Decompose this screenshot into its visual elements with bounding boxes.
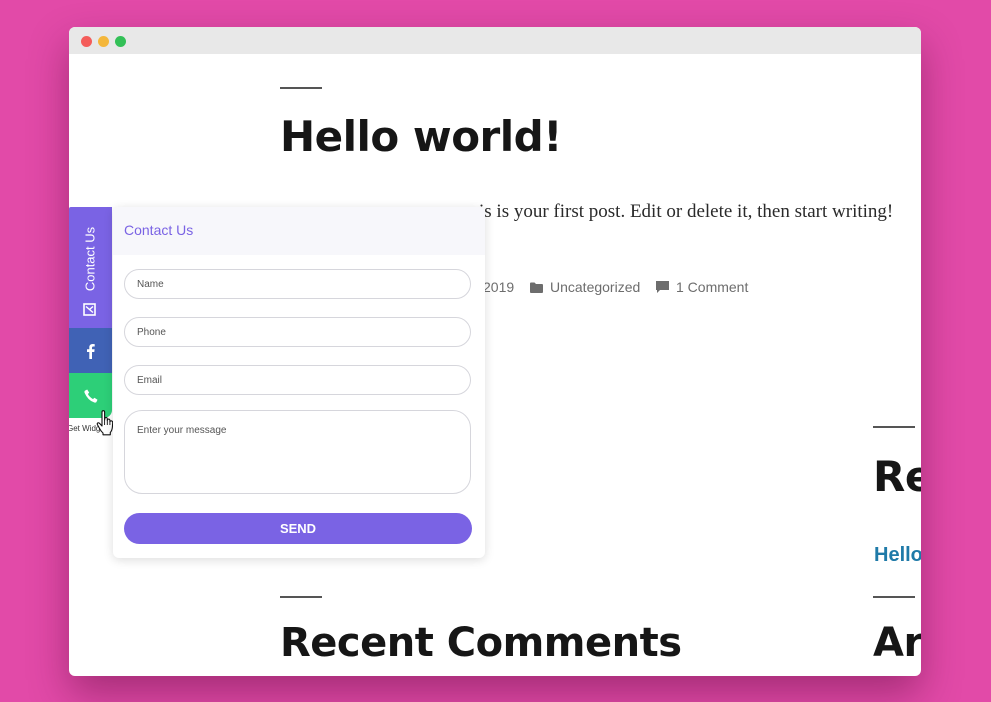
name-field[interactable] [124, 269, 471, 299]
contact-us-tab[interactable]: Contact Us [69, 207, 112, 328]
page-content: Hello world! is is your first post. Edit… [69, 54, 921, 676]
contact-us-tab-label: Contact Us [82, 226, 98, 292]
footer-separator-right [873, 596, 915, 598]
recent-post-link[interactable]: Hello [874, 544, 921, 567]
close-window-button[interactable] [81, 36, 92, 47]
post-date-text: 2019 [483, 279, 515, 295]
title-separator [280, 87, 322, 89]
post-excerpt: is is your first post. Edit or delete it… [479, 201, 894, 222]
folder-icon [530, 282, 543, 293]
sidebar-separator [873, 426, 915, 428]
comment-icon [656, 281, 669, 293]
browser-window: Hello world! is is your first post. Edit… [69, 27, 921, 676]
window-titlebar [69, 27, 921, 54]
minimize-window-button[interactable] [98, 36, 109, 47]
post-comments[interactable]: 1 Comment [656, 277, 748, 297]
comments-link[interactable]: 1 Comment [676, 279, 748, 295]
facebook-icon [87, 343, 95, 359]
contact-panel-title: Contact Us [124, 222, 194, 238]
phone-icon [83, 389, 97, 403]
message-field[interactable] [124, 410, 471, 494]
email-field[interactable] [124, 365, 471, 395]
post-date[interactable]: 2019 [483, 277, 514, 297]
footer-separator [280, 596, 322, 598]
contact-panel-header: Contact Us [113, 207, 485, 255]
phone-field[interactable] [124, 317, 471, 347]
category-link[interactable]: Uncategorized [550, 279, 640, 295]
post-category[interactable]: Uncategorized [530, 277, 640, 297]
archives-heading: Ar [873, 620, 921, 666]
mail-icon [83, 303, 96, 316]
contact-form-panel: Contact Us SEND [113, 207, 485, 558]
facebook-tab[interactable] [69, 328, 112, 373]
recent-posts-heading: Re [873, 452, 921, 501]
recent-comments-heading: Recent Comments [280, 620, 682, 666]
maximize-window-button[interactable] [115, 36, 126, 47]
post-title[interactable]: Hello world! [280, 112, 562, 161]
send-button[interactable]: SEND [124, 513, 472, 544]
